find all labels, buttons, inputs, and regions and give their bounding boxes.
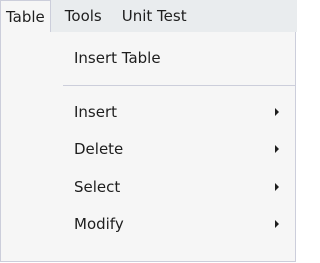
menu-table[interactable]: Table xyxy=(0,0,51,32)
submenu-arrow-icon xyxy=(275,220,279,228)
table-menu-dropdown: Insert Table Insert Delete Select Modify xyxy=(0,32,296,262)
menu-separator xyxy=(63,85,295,86)
menu-tools[interactable]: Tools xyxy=(57,0,110,32)
submenu-arrow-icon xyxy=(275,183,279,191)
menu-item-insert-label: Insert xyxy=(74,103,118,121)
menu-item-delete[interactable]: Delete xyxy=(1,131,296,167)
menu-unit-test-label: Unit Test xyxy=(121,7,187,25)
menu-unit-test[interactable]: Unit Test xyxy=(114,0,195,32)
menu-tools-label: Tools xyxy=(64,7,102,25)
menu-item-insert-table-label: Insert Table xyxy=(74,49,161,67)
menu-item-modify-label: Modify xyxy=(74,215,124,233)
menu-item-insert-table[interactable]: Insert Table xyxy=(1,40,296,76)
menu-item-modify[interactable]: Modify xyxy=(1,206,296,242)
menu-item-select[interactable]: Select xyxy=(1,169,296,205)
menu-bar: Table Tools Unit Test xyxy=(0,0,297,32)
menu-table-label: Table xyxy=(6,7,45,26)
submenu-arrow-icon xyxy=(275,108,279,116)
menu-item-select-label: Select xyxy=(74,178,121,196)
menu-item-insert[interactable]: Insert xyxy=(1,94,296,130)
submenu-arrow-icon xyxy=(275,145,279,153)
menu-item-delete-label: Delete xyxy=(74,140,124,158)
